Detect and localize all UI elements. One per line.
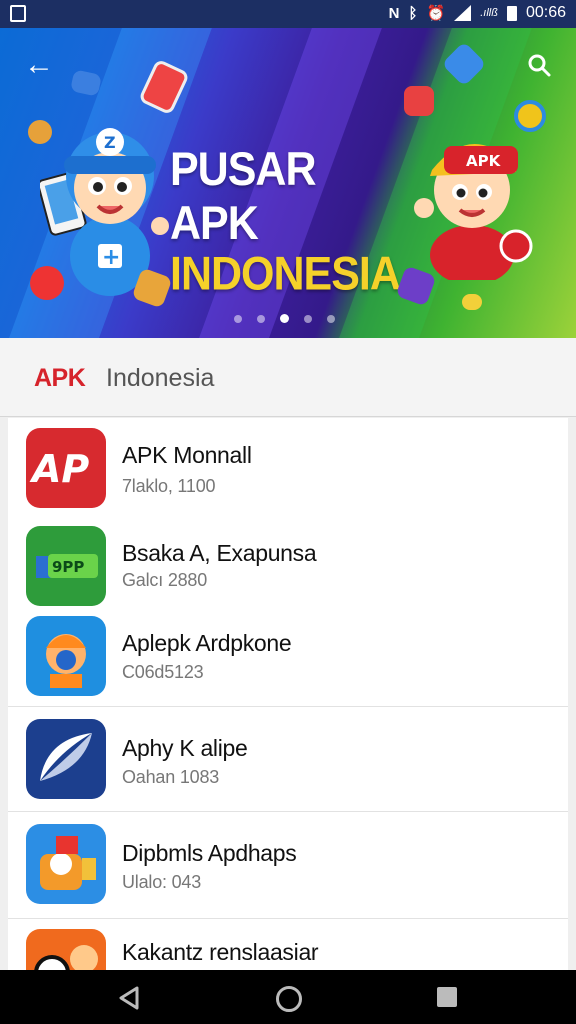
list-item[interactable]: 9PP Bsaka A, Exapunsa Galcı 2880 — [8, 514, 568, 608]
app-name[interactable]: Aphy K alipe — [122, 735, 248, 762]
app-name[interactable]: APK Monnall — [122, 442, 252, 469]
app-meta: 7laklo, 1100 — [122, 476, 216, 496]
mail-icon — [70, 69, 102, 97]
mascot-orange-icon[interactable] — [26, 824, 106, 904]
nav-back-icon[interactable] — [118, 986, 140, 1010]
app-name[interactable]: Kakantz renslaasiar — [122, 939, 319, 966]
system-navigation-bar — [0, 970, 576, 1024]
navy-swoosh-icon[interactable] — [26, 719, 106, 799]
photo-app-icon — [404, 86, 434, 116]
section-title: Indonesia — [106, 364, 215, 392]
app-bubble-icon — [28, 120, 52, 144]
alarm-icon: ⏰ — [426, 5, 446, 22]
list-item[interactable]: Dipbmls Apdhaps Ulalo: 043 — [8, 812, 568, 918]
app-name[interactable]: Bsaka A, Exapunsa — [122, 540, 317, 567]
mascot-cap-label: APK — [466, 152, 502, 170]
carousel-indicator — [234, 314, 335, 323]
banner-title-line2: INDONESIA — [170, 247, 401, 301]
app-icon-label: 9PP — [52, 558, 84, 576]
bluetooth-icon: ᛒ — [408, 4, 418, 22]
app-meta: C06d5123 — [122, 662, 204, 682]
mascot-right-illustration: APK — [414, 143, 533, 280]
carousel-dot-active[interactable] — [280, 314, 289, 323]
app-name[interactable]: Dipbmls Apdhaps — [122, 840, 297, 867]
screenshot-notification-icon — [10, 5, 26, 22]
battery-icon — [506, 5, 517, 21]
list-item[interactable]: Kakantz renslaasiar — [8, 919, 568, 970]
apk-red-logo-icon[interactable]: AP — [26, 428, 106, 508]
app-name[interactable]: Aplepk Ardpkone — [122, 630, 292, 657]
list-item[interactable]: Aphy K alipe Oahan 1083 — [8, 707, 568, 811]
banner-title-line1: PUSAR APK — [170, 143, 317, 250]
orange-face-icon[interactable] — [26, 929, 106, 970]
network-type-label: .ıllß — [480, 7, 498, 19]
svg-text:+: + — [102, 245, 120, 270]
banner-title: PUSAR APK INDONESIA — [170, 143, 410, 301]
green-9pp-icon[interactable]: 9PP — [26, 526, 106, 606]
play-icon — [30, 266, 64, 300]
mascot-blue-icon[interactable] — [26, 616, 106, 696]
carousel-dot[interactable] — [257, 314, 265, 323]
status-time: 00:66 — [525, 4, 566, 21]
back-arrow-icon[interactable]: ← — [24, 50, 56, 82]
nav-home-icon[interactable] — [276, 986, 302, 1012]
app-meta: Oahan 1083 — [122, 767, 220, 787]
app-meta: Ulalo: 043 — [122, 872, 202, 892]
section-brand: APK — [34, 364, 86, 392]
nfc-icon: N — [388, 4, 400, 22]
search-icon[interactable] — [526, 52, 552, 78]
status-bar: N ᛒ ⏰ .ıllß 00:66 — [0, 0, 576, 28]
list-item[interactable]: Aplepk Ardpkone C06d5123 — [8, 608, 568, 706]
app-icon-label: AP — [29, 447, 89, 491]
chrome-icon — [514, 100, 546, 132]
mascot-left-illustration: Z + — [40, 128, 169, 296]
svg-text:Z: Z — [104, 133, 116, 152]
hero-banner[interactable]: ← Z + APK PUSAR APK INDONESIA — [0, 28, 576, 338]
carousel-dot[interactable] — [327, 314, 335, 323]
carousel-dot[interactable] — [304, 314, 312, 323]
small-app-icon — [462, 294, 482, 310]
carousel-dot[interactable] — [234, 314, 242, 323]
list-item[interactable]: AP APK Monnall 7laklo, 1100 — [8, 418, 568, 514]
signal-icon — [454, 5, 472, 21]
nav-recents-icon[interactable] — [437, 987, 457, 1007]
app-meta: Galcı 2880 — [122, 570, 208, 590]
section-header: APK Indonesia — [0, 338, 576, 417]
app-list[interactable]: AP APK Monnall 7laklo, 1100 9PP Bsaka A,… — [8, 418, 568, 970]
